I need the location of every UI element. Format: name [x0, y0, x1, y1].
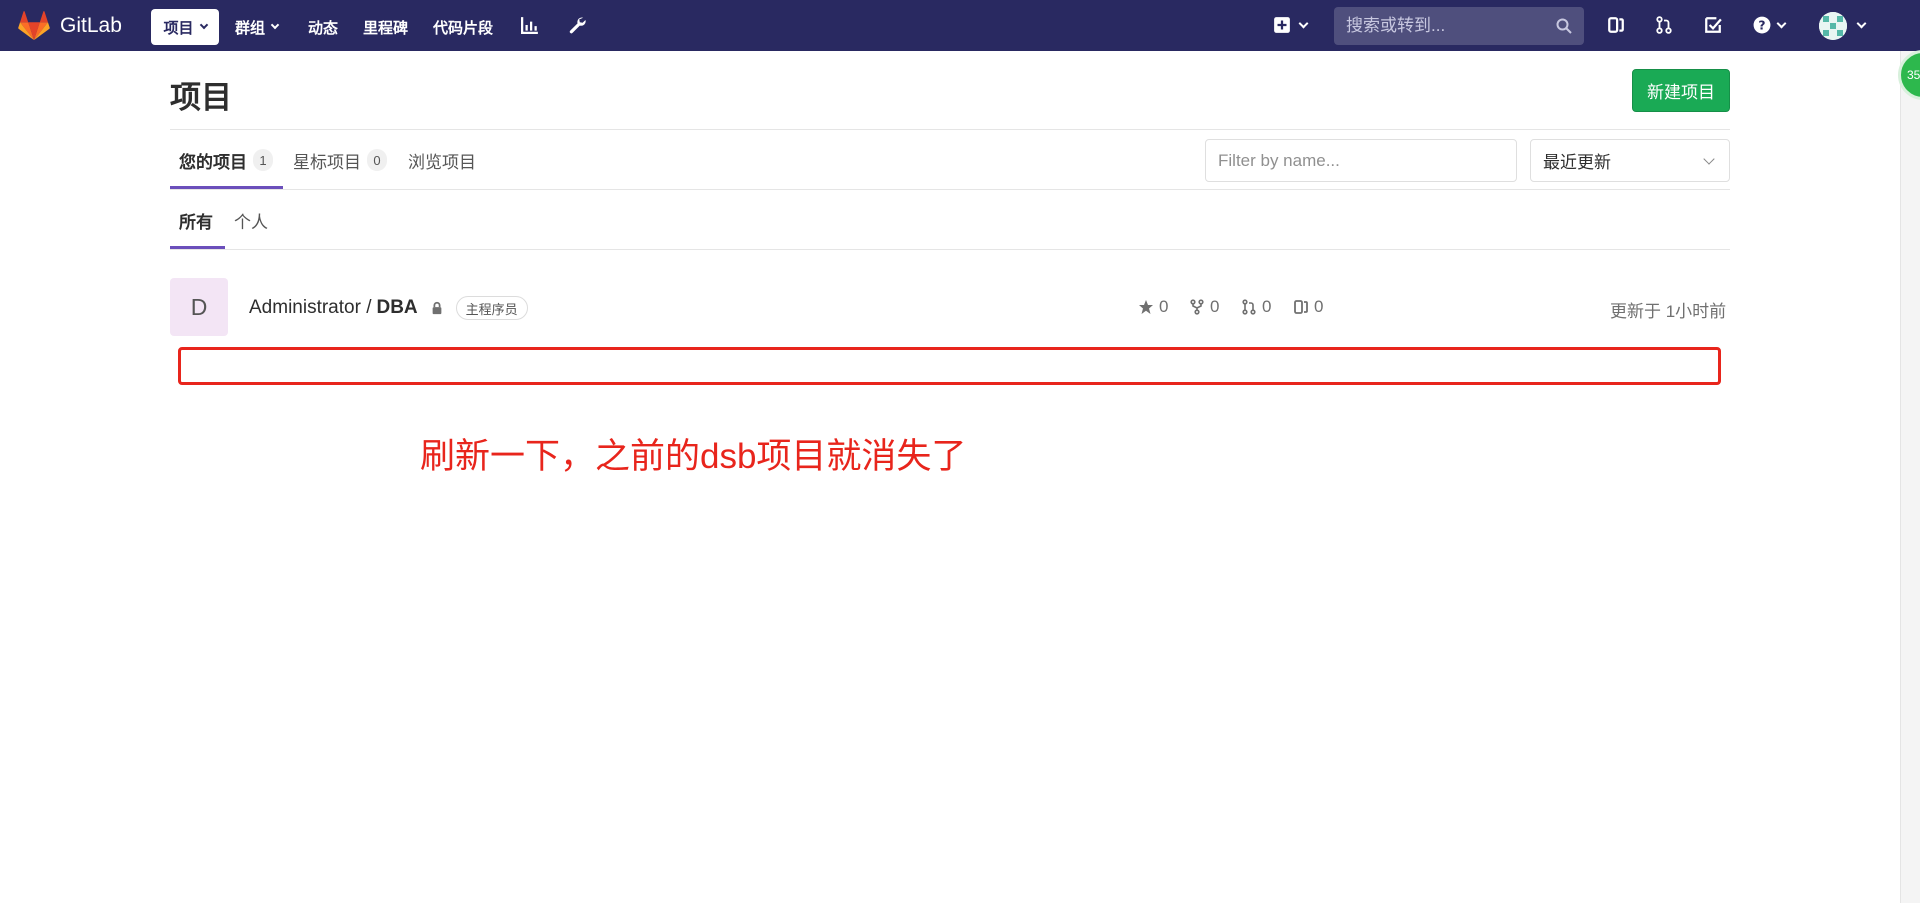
- project-name[interactable]: DBA: [376, 297, 417, 319]
- subtab-all-label: 所有: [179, 212, 213, 232]
- nav-milestones-label: 里程碑: [363, 19, 409, 37]
- filter-by-name-input[interactable]: [1205, 139, 1517, 182]
- tab-your-projects[interactable]: 您的项目 1: [179, 130, 273, 190]
- merge-request-count: 0: [1262, 297, 1272, 316]
- subtab-personal[interactable]: 个人: [234, 190, 268, 250]
- tab-starred-projects-label: 星标项目: [293, 152, 361, 172]
- access-role-badge: 主程序员: [455, 296, 528, 320]
- tab-count-badge: 0: [367, 149, 387, 171]
- project-forks[interactable]: 0: [1189, 297, 1219, 317]
- svg-text:?: ?: [1758, 19, 1765, 33]
- issues-icon[interactable]: [1605, 14, 1627, 36]
- project-namespace[interactable]: Administrator /: [249, 297, 371, 319]
- divider: [170, 129, 1730, 130]
- help-icon[interactable]: ?: [1751, 14, 1773, 36]
- project-avatar[interactable]: D: [170, 278, 228, 336]
- divider: [170, 249, 1730, 250]
- tab-starred-projects[interactable]: 星标项目 0: [293, 130, 387, 190]
- project-title[interactable]: Administrator / DBA 主程序员: [249, 296, 528, 320]
- fork-icon: [1190, 299, 1204, 315]
- chevron-down-icon: [1703, 153, 1715, 165]
- merge-request-icon[interactable]: [1653, 14, 1675, 36]
- tab-count-badge: 1: [253, 149, 273, 171]
- nav-groups[interactable]: 群组: [227, 9, 286, 45]
- issue-count: 0: [1314, 297, 1324, 316]
- nav-snippets-label: 代码片段: [433, 19, 494, 37]
- nav-activity-label: 动态: [308, 19, 339, 37]
- issues-icon: [1294, 300, 1308, 314]
- project-updated-time: 更新于 1小时前: [1610, 302, 1727, 321]
- chevron-down-icon: [199, 20, 208, 30]
- chevron-down-icon: [270, 20, 280, 30]
- tab-explore-projects[interactable]: 浏览项目: [408, 130, 476, 190]
- chart-icon[interactable]: [519, 14, 541, 36]
- project-issues[interactable]: 0: [1293, 297, 1323, 317]
- tab-your-projects-label: 您的项目: [179, 152, 247, 172]
- divider: [170, 189, 1730, 190]
- nav-projects[interactable]: 项目: [151, 9, 219, 45]
- nav-groups-label: 群组: [235, 19, 266, 37]
- merge-request-icon: [1242, 299, 1256, 315]
- scrollbar[interactable]: [1900, 51, 1920, 903]
- project-merge-requests[interactable]: 0: [1241, 297, 1271, 317]
- top-navbar: GitLab 项目 群组 动态 里程碑 代码片段 ?: [0, 0, 1920, 51]
- chevron-down-icon[interactable]: [1776, 18, 1787, 29]
- fork-count: 0: [1210, 297, 1220, 316]
- nav-milestones[interactable]: 里程碑: [355, 9, 416, 45]
- star-count: 0: [1159, 297, 1169, 316]
- nav-projects-label: 项目: [163, 19, 194, 37]
- wrench-icon[interactable]: [566, 14, 588, 36]
- annotation-highlight-box: [178, 347, 1721, 385]
- tab-explore-projects-label: 浏览项目: [408, 152, 476, 172]
- search-input[interactable]: [1334, 15, 1544, 37]
- page-title: 项目: [170, 80, 232, 115]
- nav-snippets[interactable]: 代码片段: [425, 9, 501, 45]
- new-project-button[interactable]: 新建项目: [1632, 69, 1730, 112]
- search-icon: [1556, 18, 1572, 34]
- sort-selected-value: 最近更新: [1543, 153, 1611, 172]
- sort-dropdown[interactable]: 最近更新: [1530, 139, 1730, 182]
- gitlab-logo[interactable]: GitLab: [18, 11, 122, 41]
- subtab-personal-label: 个人: [234, 212, 268, 232]
- plus-square-icon[interactable]: [1271, 14, 1293, 36]
- side-widget-count: 35: [1907, 68, 1920, 82]
- brand-name: GitLab: [60, 14, 122, 37]
- nav-activity[interactable]: 动态: [300, 9, 346, 45]
- subtab-all[interactable]: 所有: [179, 190, 213, 250]
- user-avatar[interactable]: [1819, 12, 1847, 40]
- chevron-down-icon[interactable]: [1298, 18, 1309, 29]
- lock-icon: [432, 301, 442, 315]
- chevron-down-icon[interactable]: [1856, 18, 1867, 29]
- search-box[interactable]: [1334, 7, 1584, 45]
- gitlab-fox-icon: [18, 11, 50, 41]
- star-icon: [1139, 300, 1153, 314]
- project-stars[interactable]: 0: [1138, 297, 1168, 317]
- annotation-text: 刷新一下，之前的dsb项目就消失了: [420, 437, 967, 476]
- todo-icon[interactable]: [1702, 14, 1724, 36]
